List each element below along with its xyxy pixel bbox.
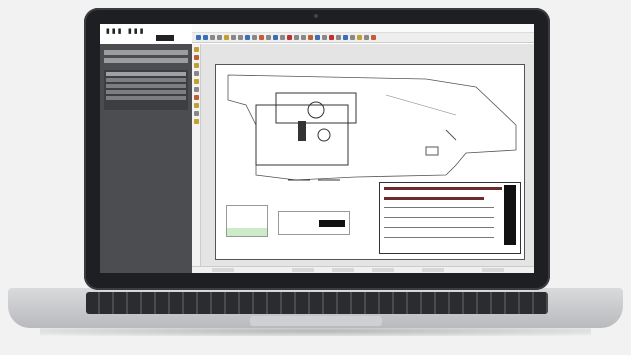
window-icon[interactable]	[193, 79, 199, 84]
panel-field-2[interactable]	[104, 58, 188, 63]
logo-badge	[156, 35, 174, 41]
fixture-circle-2	[317, 128, 331, 142]
zoom-icon[interactable]	[259, 35, 264, 40]
undo-icon[interactable]	[294, 35, 299, 40]
panel-list	[104, 70, 188, 110]
copy-icon[interactable]	[238, 35, 243, 40]
label-icon[interactable]	[193, 119, 199, 124]
side-toolbar	[192, 44, 201, 266]
arc-icon[interactable]	[203, 35, 208, 40]
list-item[interactable]	[106, 84, 186, 88]
status-bar	[192, 266, 534, 273]
legend-box-2	[278, 211, 350, 235]
area-icon[interactable]	[193, 111, 199, 116]
pointer-icon[interactable]	[193, 47, 199, 52]
layer-icon[interactable]	[273, 35, 278, 40]
menu-bar	[192, 24, 534, 33]
title-logo-block	[504, 185, 516, 245]
laptop-keyboard	[86, 292, 548, 314]
status-cell	[332, 268, 354, 272]
rect-icon[interactable]	[217, 35, 222, 40]
stair-icon[interactable]	[193, 87, 199, 92]
print-icon[interactable]	[280, 35, 285, 40]
list-item[interactable]	[106, 96, 186, 100]
drawing-canvas[interactable]	[201, 44, 534, 266]
drawing-sheet	[215, 64, 525, 260]
title-block	[379, 182, 521, 254]
status-cell	[372, 268, 394, 272]
block-icon[interactable]	[350, 35, 355, 40]
hatch-icon[interactable]	[336, 35, 341, 40]
building-outline	[227, 74, 517, 181]
title-rule-3	[384, 227, 494, 228]
settings-icon[interactable]	[371, 35, 376, 40]
door-icon[interactable]	[193, 71, 199, 76]
move-icon[interactable]	[231, 35, 236, 40]
trim-icon[interactable]	[252, 35, 257, 40]
status-cell	[212, 268, 234, 272]
status-cell	[482, 268, 504, 272]
app-logo-icon: ▮▮▮ ▮▮▮	[106, 27, 146, 35]
fixture-symbol	[298, 121, 306, 141]
redo-icon[interactable]	[301, 35, 306, 40]
roof-line	[385, 94, 457, 116]
properties-icon[interactable]	[357, 35, 362, 40]
laptop-screen: ▮▮▮ ▮▮▮	[100, 24, 534, 273]
pan-icon[interactable]	[266, 35, 271, 40]
annotation-icon[interactable]	[193, 103, 199, 108]
rotate-icon[interactable]	[245, 35, 250, 40]
title-rule-4	[384, 237, 494, 238]
save-icon[interactable]	[287, 35, 292, 40]
symbol-icon[interactable]	[193, 95, 199, 100]
laptop-mockup: ▮▮▮ ▮▮▮	[0, 0, 631, 355]
line-icon[interactable]	[196, 35, 201, 40]
text-icon[interactable]	[224, 35, 229, 40]
grid-icon[interactable]	[315, 35, 320, 40]
title-rule-2	[384, 217, 494, 218]
circle-icon[interactable]	[210, 35, 215, 40]
project-panel: ▮▮▮ ▮▮▮	[100, 24, 192, 273]
list-item[interactable]	[106, 72, 186, 76]
laptop-camera	[314, 14, 318, 18]
app-logo-area: ▮▮▮ ▮▮▮	[100, 24, 192, 44]
wall-icon[interactable]	[193, 63, 199, 68]
drawing-toolbar	[192, 33, 534, 43]
measure-icon[interactable]	[322, 35, 327, 40]
snap-icon[interactable]	[308, 35, 313, 40]
title-bar	[384, 187, 502, 190]
status-cell	[422, 268, 444, 272]
dimension-icon[interactable]	[343, 35, 348, 40]
legend-box	[226, 205, 268, 237]
panel-field-1[interactable]	[104, 50, 188, 55]
door-symbol	[425, 146, 439, 156]
draw-icon[interactable]	[193, 55, 199, 60]
laptop-trackpad	[250, 316, 382, 326]
legend-marker	[319, 220, 345, 227]
list-item[interactable]	[106, 78, 186, 82]
title-rule	[384, 207, 494, 208]
legend-fill	[227, 228, 267, 236]
list-item[interactable]	[106, 90, 186, 94]
status-cell	[292, 268, 314, 272]
fixture-circle	[307, 101, 325, 119]
delete-icon[interactable]	[329, 35, 334, 40]
stair-line	[445, 129, 457, 141]
title-bar-2	[384, 197, 484, 200]
export-icon[interactable]	[364, 35, 369, 40]
